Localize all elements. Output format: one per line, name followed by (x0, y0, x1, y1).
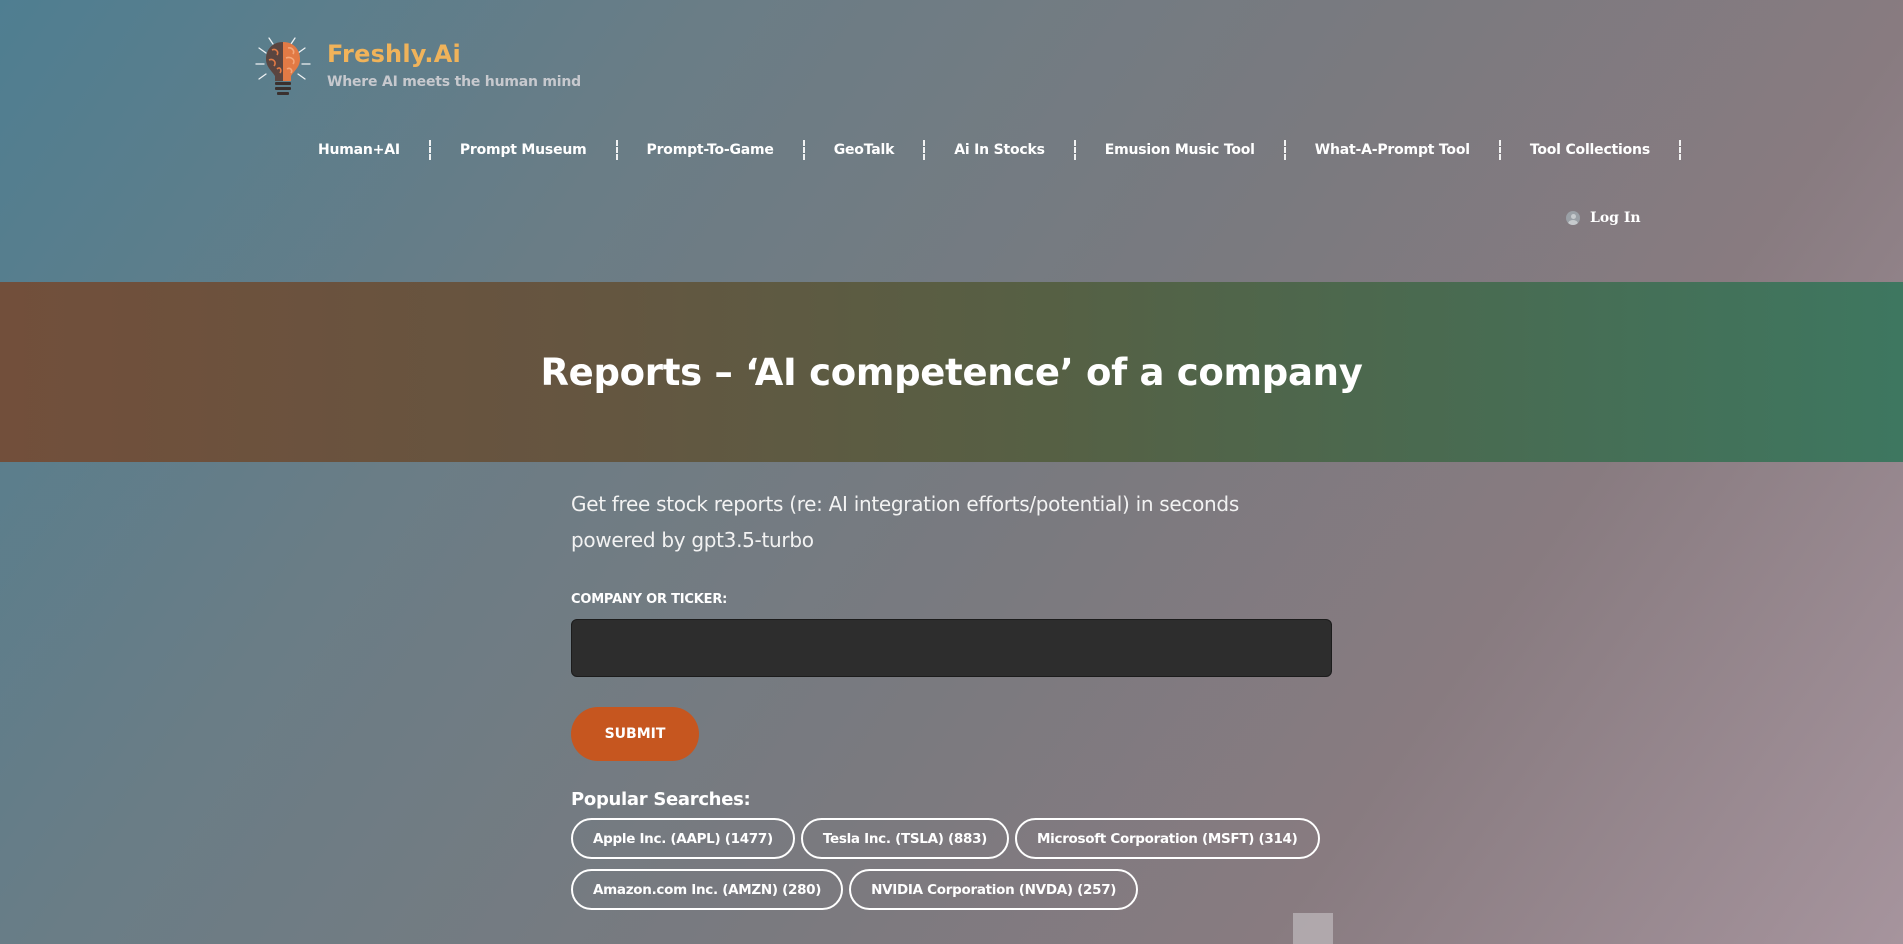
lightbulb-brain-icon[interactable] (255, 36, 313, 98)
nav-item-tool-collections[interactable]: Tool Collections (1530, 142, 1650, 158)
login-link[interactable]: Log In (1566, 210, 1641, 226)
nav-divider (1498, 140, 1501, 160)
nav-item-ai-in-stocks[interactable]: Ai In Stocks (954, 142, 1045, 158)
nav-divider (1678, 140, 1681, 160)
page-banner: Reports – ‘AI competence’ of a company (0, 282, 1903, 462)
nav-divider (802, 140, 805, 160)
nav-divider (615, 140, 618, 160)
nav-item-geotalk[interactable]: GeoTalk (834, 142, 895, 158)
company-field-label: COMPANY OR TICKER: (571, 592, 728, 607)
nav-item-what-a-prompt-tool[interactable]: What-A-Prompt Tool (1315, 142, 1470, 158)
nav-divider (1283, 140, 1286, 160)
login-label: Log In (1590, 210, 1641, 226)
popular-search-chip-tsla[interactable]: Tesla Inc. (TSLA) (883) (800, 818, 1010, 859)
report-form-section: Get free stock reports (re: AI integrati… (571, 486, 1333, 920)
popular-search-chip-nvda[interactable]: NVIDIA Corporation (NVDA) (257) (849, 869, 1139, 910)
brand-tagline: Where AI meets the human mind (327, 74, 581, 90)
nav-divider (923, 140, 926, 160)
popular-searches-list: Apple Inc. (AAPL) (1477) Tesla Inc. (TSL… (571, 818, 1333, 920)
brand-name[interactable]: Freshly.Ai (327, 40, 581, 68)
scroll-to-top-button[interactable] (1293, 913, 1333, 944)
nav-item-prompt-to-game[interactable]: Prompt-To-Game (647, 142, 774, 158)
nav-item-human-ai[interactable]: Human+AI (318, 142, 400, 158)
submit-button[interactable]: SUBMIT (571, 707, 699, 761)
nav-divider (1073, 140, 1076, 160)
popular-search-chip-amzn[interactable]: Amazon.com Inc. (AMZN) (280) (571, 869, 844, 910)
popular-searches-title: Popular Searches: (571, 789, 751, 810)
company-ticker-input[interactable] (571, 619, 1332, 677)
main-nav: Human+AI Prompt Museum Prompt-To-Game Ge… (318, 140, 1710, 160)
user-icon (1566, 211, 1580, 225)
page-title: Reports – ‘AI competence’ of a company (540, 350, 1363, 394)
popular-search-chip-aapl[interactable]: Apple Inc. (AAPL) (1477) (571, 818, 795, 859)
intro-text: Get free stock reports (re: AI integrati… (571, 492, 1239, 552)
nav-item-emusion-music-tool[interactable]: Emusion Music Tool (1105, 142, 1255, 158)
nav-item-prompt-museum[interactable]: Prompt Museum (460, 142, 587, 158)
brand[interactable]: Freshly.Ai Where AI meets the human mind (255, 36, 581, 98)
nav-divider (428, 140, 431, 160)
popular-search-chip-msft[interactable]: Microsoft Corporation (MSFT) (314) (1015, 818, 1320, 859)
